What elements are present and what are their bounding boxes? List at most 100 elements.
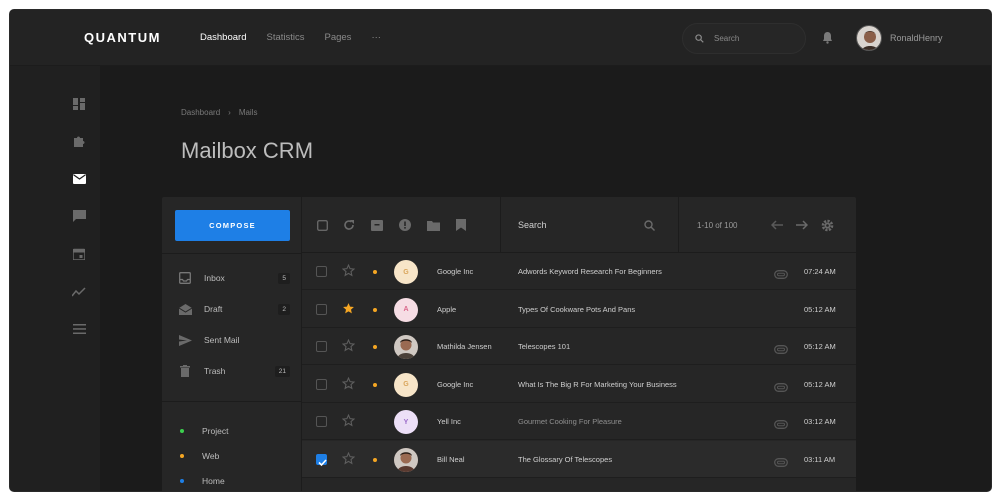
label-dot bbox=[180, 479, 184, 483]
mail-row[interactable]: Bill Neal The Glossary Of Telescopes 03:11… bbox=[302, 441, 856, 478]
trash-icon bbox=[178, 364, 192, 378]
sender-avatar: Y bbox=[394, 410, 418, 435]
nav-pages[interactable]: Pages bbox=[325, 32, 352, 43]
star-icon[interactable] bbox=[341, 338, 356, 353]
notifications-bell-icon[interactable] bbox=[822, 31, 833, 49]
folder-label: Inbox bbox=[204, 273, 225, 283]
user-avatar[interactable] bbox=[856, 25, 882, 51]
select-all-checkbox[interactable] bbox=[315, 218, 329, 232]
send-icon bbox=[178, 333, 192, 347]
mail-subject: The Glossary Of Telescopes bbox=[518, 455, 613, 464]
folder-trash[interactable]: Trash 21 bbox=[178, 364, 290, 378]
row-checkbox[interactable] bbox=[316, 454, 327, 467]
inbox-icon bbox=[178, 271, 192, 285]
sender-avatar bbox=[394, 448, 418, 472]
star-icon[interactable] bbox=[341, 263, 356, 278]
unread-dot bbox=[373, 345, 377, 350]
nav-statistics[interactable]: Statistics bbox=[266, 32, 304, 43]
nav-dashboard[interactable]: Dashboard bbox=[200, 32, 246, 43]
star-icon[interactable] bbox=[341, 451, 356, 466]
unread-dot bbox=[373, 270, 377, 274]
mail-row[interactable]: Y Yell Inc Gourmet Cooking For Pleasure 03:… bbox=[302, 403, 856, 441]
mail-time: 03:12 AM bbox=[804, 417, 836, 427]
breadcrumb: Dashboard › Mails bbox=[181, 108, 257, 117]
unread-dot bbox=[373, 307, 377, 312]
sender-name: Google Inc bbox=[437, 379, 474, 389]
folder-label: Sent Mail bbox=[204, 335, 240, 345]
sender-name: Google Inc bbox=[437, 267, 474, 276]
row-checkbox[interactable] bbox=[316, 416, 327, 428]
calendar-icon[interactable] bbox=[72, 247, 86, 261]
folder-count-badge: 2 bbox=[278, 303, 290, 315]
mail-list-panel: Search 1-10 of 100 G Google Inc Adwords Ke… bbox=[302, 197, 856, 491]
mail-time: 05:12 AM bbox=[804, 379, 836, 389]
mail-sidebar: COMPOSE Inbox 5 Draft 2 Sent Mail Trash … bbox=[162, 197, 302, 491]
mailbox-card: COMPOSE Inbox 5 Draft 2 Sent Mail Trash … bbox=[162, 197, 856, 491]
attachment-icon bbox=[774, 454, 788, 467]
attachment-icon bbox=[774, 266, 788, 279]
arrow-left-icon[interactable] bbox=[770, 218, 784, 232]
compose-button[interactable]: COMPOSE bbox=[175, 210, 290, 241]
label-dot bbox=[180, 454, 184, 458]
mail-time: 05:12 AM bbox=[804, 304, 836, 314]
unread-dot bbox=[373, 382, 377, 387]
info-icon[interactable] bbox=[398, 218, 412, 232]
dashboard-icon[interactable] bbox=[72, 97, 86, 111]
search-icon[interactable] bbox=[642, 218, 656, 232]
top-search[interactable] bbox=[682, 23, 806, 54]
search-icon bbox=[695, 34, 704, 43]
folder-label: Trash bbox=[204, 366, 226, 376]
mail-row[interactable]: G Google Inc What Is The Big R For Marketi… bbox=[302, 366, 856, 403]
row-checkbox[interactable] bbox=[316, 378, 327, 390]
folder-count-badge: 5 bbox=[278, 272, 290, 284]
puzzle-icon[interactable] bbox=[72, 134, 86, 148]
pagination-text: 1-10 of 100 bbox=[697, 221, 738, 230]
nav-more[interactable]: ··· bbox=[371, 32, 381, 43]
star-filled-icon[interactable] bbox=[342, 302, 356, 316]
label-home[interactable]: Home bbox=[180, 475, 225, 487]
row-checkbox[interactable] bbox=[316, 341, 327, 353]
folder-draft[interactable]: Draft 2 bbox=[178, 302, 290, 316]
divider bbox=[162, 401, 302, 402]
label-web[interactable]: Web bbox=[180, 450, 219, 462]
breadcrumb-mails[interactable]: Mails bbox=[239, 108, 258, 117]
mail-row[interactable]: Mathilda Jensen Telescopes 101 05:12 AM bbox=[302, 328, 856, 366]
mail-row[interactable]: A Apple Types Of Cookware Pots And Pans 05:… bbox=[302, 291, 856, 328]
trending-icon[interactable] bbox=[72, 285, 86, 299]
arrow-right-icon[interactable] bbox=[795, 218, 809, 232]
sender-name: Mathilda Jensen bbox=[437, 342, 492, 352]
mail-subject: Types Of Cookware Pots And Pans bbox=[518, 304, 636, 314]
user-name[interactable]: RonaldHenry bbox=[890, 33, 943, 43]
mail-subject: Gourmet Cooking For Pleasure bbox=[518, 417, 622, 427]
sender-name: Apple bbox=[437, 304, 457, 314]
folder-sent-mail[interactable]: Sent Mail bbox=[178, 333, 290, 347]
chat-icon[interactable] bbox=[72, 209, 86, 223]
mail-time: 05:12 AM bbox=[804, 342, 836, 352]
icon-sidebar bbox=[10, 66, 100, 491]
archive-icon[interactable] bbox=[370, 218, 384, 232]
folder-label: Draft bbox=[204, 304, 223, 314]
top-search-input[interactable] bbox=[714, 34, 784, 43]
row-checkbox[interactable] bbox=[316, 266, 327, 277]
folder-icon[interactable] bbox=[426, 218, 440, 232]
mail-time: 03:11 AM bbox=[804, 455, 836, 464]
sender-avatar: G bbox=[394, 372, 418, 397]
star-icon[interactable] bbox=[341, 414, 356, 428]
unread-dot bbox=[373, 458, 377, 462]
folder-inbox[interactable]: Inbox 5 bbox=[178, 271, 290, 285]
mail-row[interactable]: G Google Inc Adwords Keyword Research For … bbox=[302, 253, 856, 290]
star-icon[interactable] bbox=[341, 376, 356, 391]
mail-search-label[interactable]: Search bbox=[518, 220, 547, 230]
mail-icon[interactable] bbox=[72, 172, 86, 186]
bookmark-icon[interactable] bbox=[454, 218, 468, 232]
menu-icon[interactable] bbox=[72, 322, 86, 336]
attachment-icon bbox=[774, 341, 788, 355]
folder-count-badge: 21 bbox=[274, 365, 290, 377]
brand-logo[interactable]: QUANTUM bbox=[84, 30, 161, 45]
label-project[interactable]: Project bbox=[180, 425, 228, 437]
breadcrumb-dashboard[interactable]: Dashboard bbox=[181, 108, 220, 117]
row-checkbox[interactable] bbox=[316, 303, 327, 315]
top-navbar: QUANTUM Dashboard Statistics Pages ··· R… bbox=[10, 10, 991, 66]
refresh-icon[interactable] bbox=[342, 218, 356, 232]
settings-gear-icon[interactable] bbox=[820, 218, 834, 232]
